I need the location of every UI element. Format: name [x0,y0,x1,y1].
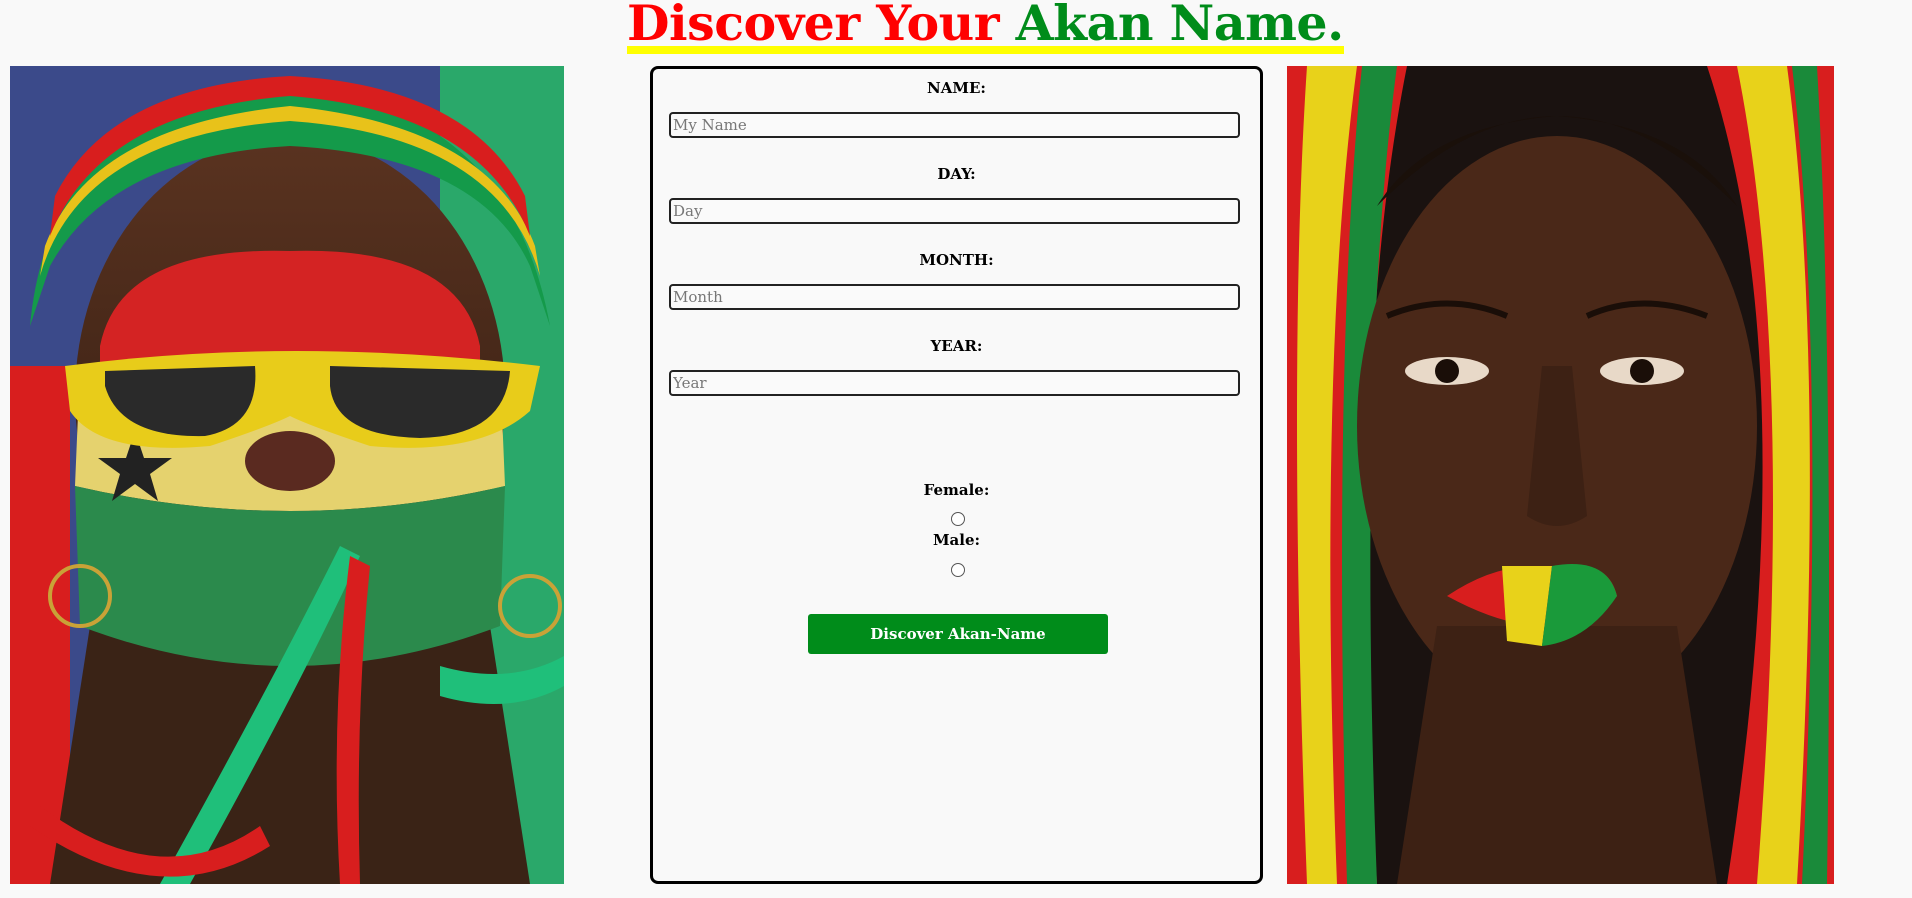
title-part-discover-your: Discover Your [627,0,1000,52]
page-title: Discover Your Akan Name. [627,0,1344,54]
year-input[interactable] [669,370,1240,396]
year-label: YEAR: [930,337,983,355]
name-label: NAME: [927,79,986,97]
title-part-akan-name: Akan Name. [1015,0,1345,52]
female-label: Female: [923,481,990,499]
month-label: MONTH: [919,251,994,269]
ghana-fan-photo [10,66,564,884]
akan-name-form: NAME: DAY: MONTH: YEAR: Female: Male: Di… [650,66,1263,884]
day-input[interactable] [669,198,1240,224]
kente-woman-photo [1287,66,1834,884]
day-label: DAY: [937,165,976,183]
discover-akan-name-button[interactable]: Discover Akan-Name [808,614,1108,654]
male-label: Male: [932,531,981,549]
female-radio[interactable] [951,512,965,526]
male-radio[interactable] [951,563,965,577]
month-input[interactable] [669,284,1240,310]
name-input[interactable] [669,112,1240,138]
